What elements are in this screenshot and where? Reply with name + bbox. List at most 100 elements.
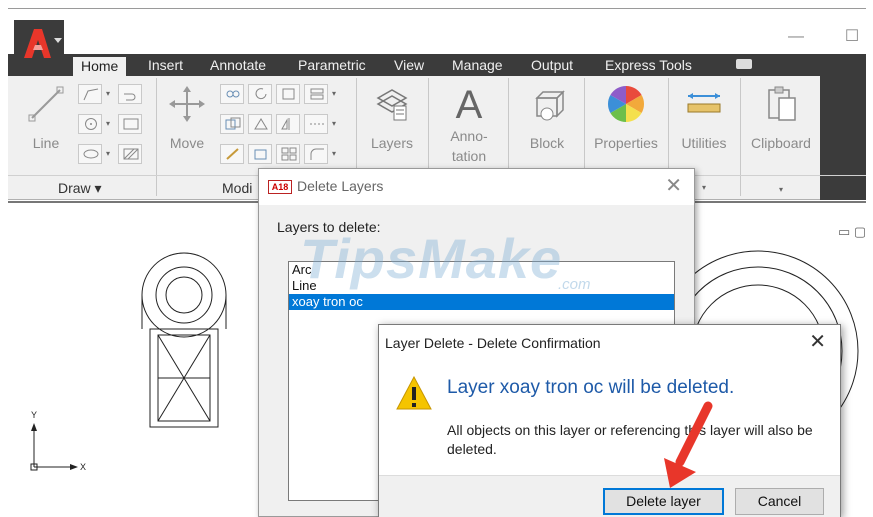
move-tool-button[interactable]: Move bbox=[160, 84, 214, 153]
utilities-label: Utilities bbox=[681, 135, 727, 151]
confirmation-detail-message: All objects on this layer or referencing… bbox=[447, 422, 813, 457]
copy-button[interactable] bbox=[220, 84, 244, 104]
hatch-icon bbox=[123, 148, 139, 160]
rotate-button[interactable] bbox=[248, 84, 272, 104]
explode-icon bbox=[310, 123, 324, 125]
delete-layers-title: Delete Layers bbox=[297, 178, 384, 194]
ellipse-dropdown-icon[interactable]: ▾ bbox=[104, 144, 112, 164]
close-icon[interactable]: ✕ bbox=[809, 331, 826, 353]
warning-icon bbox=[396, 375, 432, 410]
block-panel-button[interactable]: Block bbox=[516, 84, 578, 153]
hatch-button[interactable] bbox=[118, 144, 142, 164]
annotation-label-2: tation bbox=[451, 148, 487, 164]
layout-icon bbox=[310, 88, 324, 100]
modify-dropdown-icon[interactable]: ▾ bbox=[330, 84, 338, 104]
trim-icon bbox=[282, 88, 295, 100]
polyline-edit-button[interactable] bbox=[118, 84, 142, 104]
trim-button[interactable] bbox=[276, 84, 300, 104]
copy-icon bbox=[226, 90, 240, 98]
mirror-axis-icon bbox=[281, 118, 290, 130]
color-wheel-icon bbox=[607, 86, 645, 123]
delete-layer-button[interactable]: Delete layer bbox=[603, 488, 724, 515]
move-icon bbox=[169, 86, 205, 122]
utilities-panel-button[interactable]: Utilities bbox=[672, 84, 736, 153]
line-icon bbox=[28, 86, 64, 122]
rectangle-icon bbox=[123, 118, 139, 130]
circle-icon bbox=[85, 118, 97, 130]
tab-view[interactable]: View bbox=[394, 54, 424, 76]
tab-annotate[interactable]: Annotate bbox=[210, 54, 266, 76]
properties-panel-button[interactable]: Properties bbox=[588, 84, 664, 153]
array-button[interactable] bbox=[276, 144, 300, 164]
red-arrow-annotation-icon bbox=[664, 401, 713, 488]
ucs-axis-icon bbox=[30, 423, 78, 471]
autocad-logo-icon bbox=[24, 29, 51, 58]
annotation-panel-button[interactable]: A Anno- tation bbox=[436, 84, 502, 166]
block-icon bbox=[535, 90, 565, 121]
confirmation-main-message: Layer xoay tron oc will be deleted. bbox=[447, 377, 735, 398]
watermark-domain: .com bbox=[558, 276, 591, 293]
stretch-icon bbox=[225, 117, 241, 130]
tab-home[interactable]: Home bbox=[73, 54, 127, 76]
stretch-button[interactable] bbox=[220, 114, 244, 134]
scale-button[interactable] bbox=[248, 144, 272, 164]
delete-layers-titlebar: A18 Delete Layers ✕ bbox=[259, 169, 694, 205]
measure-ruler-icon bbox=[687, 93, 721, 113]
block-label: Block bbox=[529, 135, 565, 151]
delete-confirmation-dialog: Layer Delete - Delete Confirmation ✕ Lay… bbox=[378, 324, 841, 517]
mirror-layers-button[interactable] bbox=[248, 114, 272, 134]
scale-icon bbox=[254, 149, 267, 160]
list-item-selected[interactable]: xoay tron oc bbox=[289, 294, 674, 310]
ribbon-tab-strip: Home Insert Annotate Parametric View Man… bbox=[8, 54, 866, 76]
circle-button[interactable] bbox=[78, 114, 102, 134]
line-tool-label: Line bbox=[32, 135, 60, 151]
chevron-down-icon bbox=[54, 38, 62, 43]
maximize-icon[interactable]: ☐ bbox=[842, 29, 862, 45]
mirror-icon bbox=[254, 118, 268, 130]
polyline-dropdown-icon[interactable]: ▾ bbox=[104, 84, 112, 104]
array-icon bbox=[281, 147, 297, 161]
x-axis-label: X bbox=[80, 462, 87, 472]
layout-button[interactable] bbox=[304, 84, 328, 104]
annotation-label-1: Anno- bbox=[450, 128, 488, 144]
line-tool-button[interactable]: Line bbox=[20, 84, 72, 153]
tab-parametric[interactable]: Parametric bbox=[298, 54, 366, 76]
layers-panel-button[interactable]: Layers bbox=[362, 84, 422, 153]
tab-express-tools[interactable]: Express Tools bbox=[605, 54, 692, 76]
title-bar: — ☐ bbox=[8, 8, 866, 54]
tab-output[interactable]: Output bbox=[531, 54, 573, 76]
modify-dropdown-3-icon[interactable]: ▾ bbox=[330, 144, 338, 164]
cancel-button[interactable]: Cancel bbox=[735, 488, 824, 515]
layers-icon bbox=[376, 89, 408, 121]
circle-dropdown-icon[interactable]: ▾ bbox=[104, 114, 112, 134]
close-icon[interactable]: ✕ bbox=[665, 175, 682, 197]
rectangle-button[interactable] bbox=[118, 114, 142, 134]
modify-dropdown-2-icon[interactable]: ▾ bbox=[330, 114, 338, 134]
tab-manage[interactable]: Manage bbox=[452, 54, 503, 76]
drawing-left-part bbox=[141, 252, 227, 428]
erase-button[interactable] bbox=[220, 144, 244, 164]
rotate-icon bbox=[255, 88, 267, 100]
ellipse-icon bbox=[83, 149, 99, 159]
fillet-button[interactable] bbox=[304, 144, 328, 164]
application-menu-button[interactable] bbox=[14, 20, 64, 68]
polyline-button[interactable] bbox=[78, 84, 102, 104]
pencil-icon bbox=[226, 148, 239, 160]
tab-insert[interactable]: Insert bbox=[148, 54, 183, 76]
clipboard-panel-button[interactable]: Clipboard bbox=[744, 84, 818, 153]
confirmation-title: Layer Delete - Delete Confirmation bbox=[385, 335, 601, 351]
draw-panel-title[interactable]: Draw ▾ bbox=[58, 180, 102, 197]
move-tool-label: Move bbox=[169, 135, 205, 151]
ellipse-button[interactable] bbox=[78, 144, 102, 164]
autocad-app-icon: A18 bbox=[268, 180, 292, 194]
explode-button[interactable] bbox=[304, 114, 328, 134]
minimize-icon[interactable]: — bbox=[786, 29, 806, 45]
polyline-icon bbox=[83, 88, 99, 101]
dialog-button-bar: Delete layer Cancel bbox=[379, 475, 840, 517]
mirror-button[interactable] bbox=[276, 114, 300, 134]
y-axis-label: Y bbox=[31, 410, 38, 420]
clipboard-icon bbox=[768, 86, 796, 121]
modify-panel-title[interactable]: Modi bbox=[222, 180, 252, 196]
properties-label: Properties bbox=[594, 135, 658, 151]
panel-toggle-icon[interactable] bbox=[736, 59, 752, 69]
